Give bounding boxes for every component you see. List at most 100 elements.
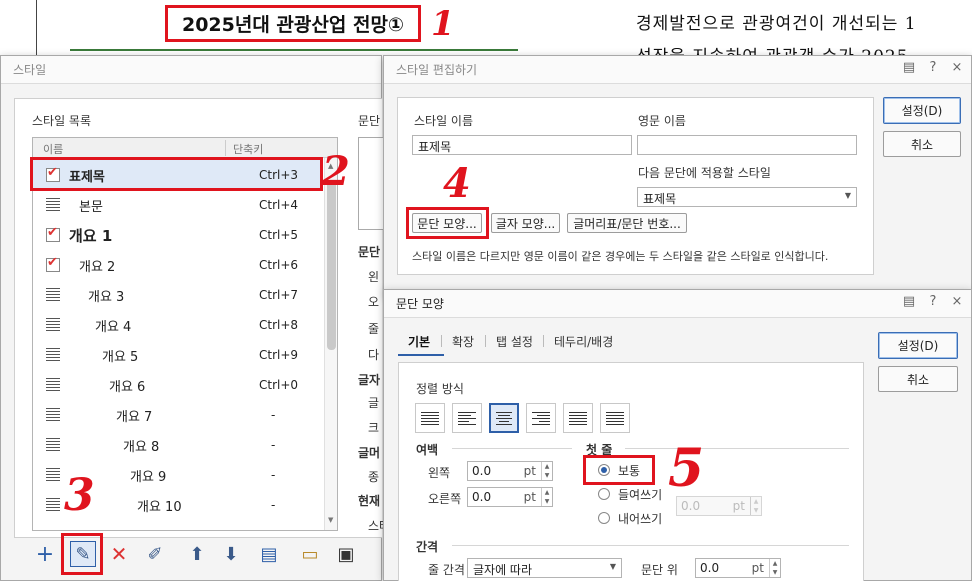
close-icon[interactable]: × [949, 60, 965, 75]
english-name-input[interactable] [637, 135, 857, 155]
radio-outdent-label[interactable]: 내어쓰기 [618, 510, 662, 527]
para-above-value: 0.0 [700, 561, 720, 575]
next-style-select[interactable]: 표제목 ▼ [637, 187, 857, 207]
annotation-1: 1 [431, 4, 455, 44]
annotation-3: 3 [64, 470, 95, 521]
paragraph-style-icon [46, 348, 60, 362]
align-left-icon[interactable] [452, 403, 482, 433]
para-above-label: 문단 위 [641, 563, 678, 577]
align-label: 정렬 방식 [416, 382, 464, 396]
style-list-item[interactable]: 개요 5 Ctrl+9 [33, 340, 321, 370]
align-justify-icon[interactable] [415, 403, 445, 433]
help-icon[interactable]: ? [925, 60, 941, 75]
paragraph-style-icon [46, 198, 60, 212]
align-divide-icon[interactable] [600, 403, 630, 433]
style-list-item[interactable]: 개요 8 - [33, 430, 321, 460]
highlight-box-4 [406, 207, 489, 239]
radio-outdent[interactable] [598, 512, 610, 524]
tab-border-background[interactable]: 테두리/배경 [554, 333, 613, 350]
next-style-value: 표제목 [643, 192, 677, 206]
style-item-shortcut: Ctrl+8 [259, 318, 299, 332]
paragraph-help-icon[interactable]: ? [925, 294, 941, 309]
style-list-scrollbar[interactable]: ▲ ▼ [324, 158, 337, 530]
right-margin-input[interactable]: 0.0 pt ▲ ▼ [467, 487, 553, 507]
indent-amount-input[interactable]: 0.0 pt ▲ ▼ [676, 496, 762, 516]
line-spacing-select[interactable]: 글자에 따라 ▼ [467, 558, 622, 578]
style-info-label: 오 [368, 295, 380, 309]
tab-basic[interactable]: 기본 [408, 333, 430, 350]
move-down-icon[interactable]: ⬇ [218, 541, 244, 567]
right-margin-value: 0.0 [472, 490, 492, 504]
style-edit-cancel-button[interactable]: 취소 [883, 131, 961, 157]
spacing-label: 간격 [416, 540, 439, 554]
spin-arrows-icon[interactable]: ▲ ▼ [541, 488, 552, 506]
paragraph-ok-button[interactable]: 설정(D) [878, 332, 958, 359]
style-list-item[interactable]: 개요 3 Ctrl+7 [33, 280, 321, 310]
spacing-separator [452, 545, 849, 546]
tab-tab-settings[interactable]: 탭 설정 [496, 333, 533, 350]
style-item-name: 개요 6 [109, 379, 146, 395]
tab-separator [485, 335, 486, 347]
spin-arrows-icon[interactable]: ▲ ▼ [750, 497, 761, 515]
style-name-input[interactable]: 표제목 [412, 135, 632, 155]
document-rule [70, 49, 518, 51]
align-distribute-icon[interactable] [563, 403, 593, 433]
edit-shape-icon[interactable]: ✐ [142, 541, 168, 567]
align-right-icon[interactable] [526, 403, 556, 433]
style-list-item[interactable]: 개요 1 Ctrl+5 [33, 220, 321, 250]
tab-extend[interactable]: 확장 [452, 333, 474, 350]
para-above-input[interactable]: 0.0 pt ▲ ▼ [695, 558, 781, 578]
style-item-name: 개요 1 [69, 226, 113, 245]
col-shortcut-header[interactable]: 단축키 [233, 141, 263, 157]
style-list-item[interactable]: 개요 7 - [33, 400, 321, 430]
paragraph-menu-icon[interactable]: ▤ [901, 294, 917, 309]
style-list-item[interactable]: 본문 Ctrl+4 [33, 190, 321, 220]
col-name-header[interactable]: 이름 [43, 141, 63, 157]
menu-icon[interactable]: ▤ [901, 60, 917, 75]
style-info-label: 글머 [358, 446, 381, 460]
highlight-box-3 [61, 533, 103, 575]
style-item-name: 개요 3 [88, 289, 125, 305]
style-item-shortcut: - [271, 438, 276, 452]
paragraph-cancel-button[interactable]: 취소 [878, 366, 958, 392]
paragraph-dialog-titlebar: 문단 모양 ▤ ? × [384, 290, 971, 318]
import-style-icon[interactable]: ▤ [256, 541, 282, 567]
style-item-shortcut: Ctrl+7 [259, 288, 299, 302]
scroll-thumb[interactable] [327, 180, 336, 350]
paragraph-style-icon [46, 408, 60, 422]
char-shape-button[interactable]: 글자 모양... [491, 213, 560, 233]
style-item-shortcut: - [271, 408, 276, 422]
preview-label: 문단 [358, 114, 381, 128]
style-list-heading: 스타일 목록 [32, 114, 92, 128]
style-list-item[interactable]: 개요 2 Ctrl+6 [33, 250, 321, 280]
paragraph-close-icon[interactable]: × [949, 294, 965, 309]
tab-basic-underline [398, 354, 444, 356]
style-list-item[interactable]: 개요 6 Ctrl+0 [33, 370, 321, 400]
open-folder-icon[interactable]: ▭ [297, 541, 323, 567]
check-style-icon [46, 255, 60, 272]
spin-arrows-icon[interactable]: ▲ ▼ [541, 462, 552, 480]
add-style-icon[interactable]: + [32, 541, 58, 567]
radio-indent[interactable] [598, 488, 610, 500]
style-edit-ok-button[interactable]: 설정(D) [883, 97, 961, 124]
save-icon[interactable]: ▣ [333, 541, 359, 567]
style-list-item[interactable]: 개요 4 Ctrl+8 [33, 310, 321, 340]
align-center-icon[interactable] [489, 403, 519, 433]
style-name-label: 스타일 이름 [414, 114, 474, 128]
highlight-box-5 [583, 455, 655, 485]
move-up-icon[interactable]: ⬆ [184, 541, 210, 567]
style-item-name: 본문 [79, 199, 103, 215]
delete-style-icon[interactable]: ✕ [106, 541, 132, 567]
style-item-name: 개요 4 [95, 319, 132, 335]
scroll-down-icon[interactable]: ▼ [328, 516, 333, 524]
indent-amount-value: 0.0 [681, 499, 701, 513]
tab-separator [543, 335, 544, 347]
style-info-label: 현재 [358, 494, 381, 508]
next-style-label: 다음 문단에 적용할 스타일 [638, 166, 771, 180]
style-info-label: 글자 [358, 373, 381, 387]
style-info-label: 종 [368, 470, 380, 484]
left-margin-input[interactable]: 0.0 pt ▲ ▼ [467, 461, 553, 481]
bullet-numbering-button[interactable]: 글머리표/문단 번호... [567, 213, 687, 233]
radio-indent-label[interactable]: 들여쓰기 [618, 486, 662, 503]
spin-arrows-icon[interactable]: ▲ ▼ [769, 559, 780, 577]
